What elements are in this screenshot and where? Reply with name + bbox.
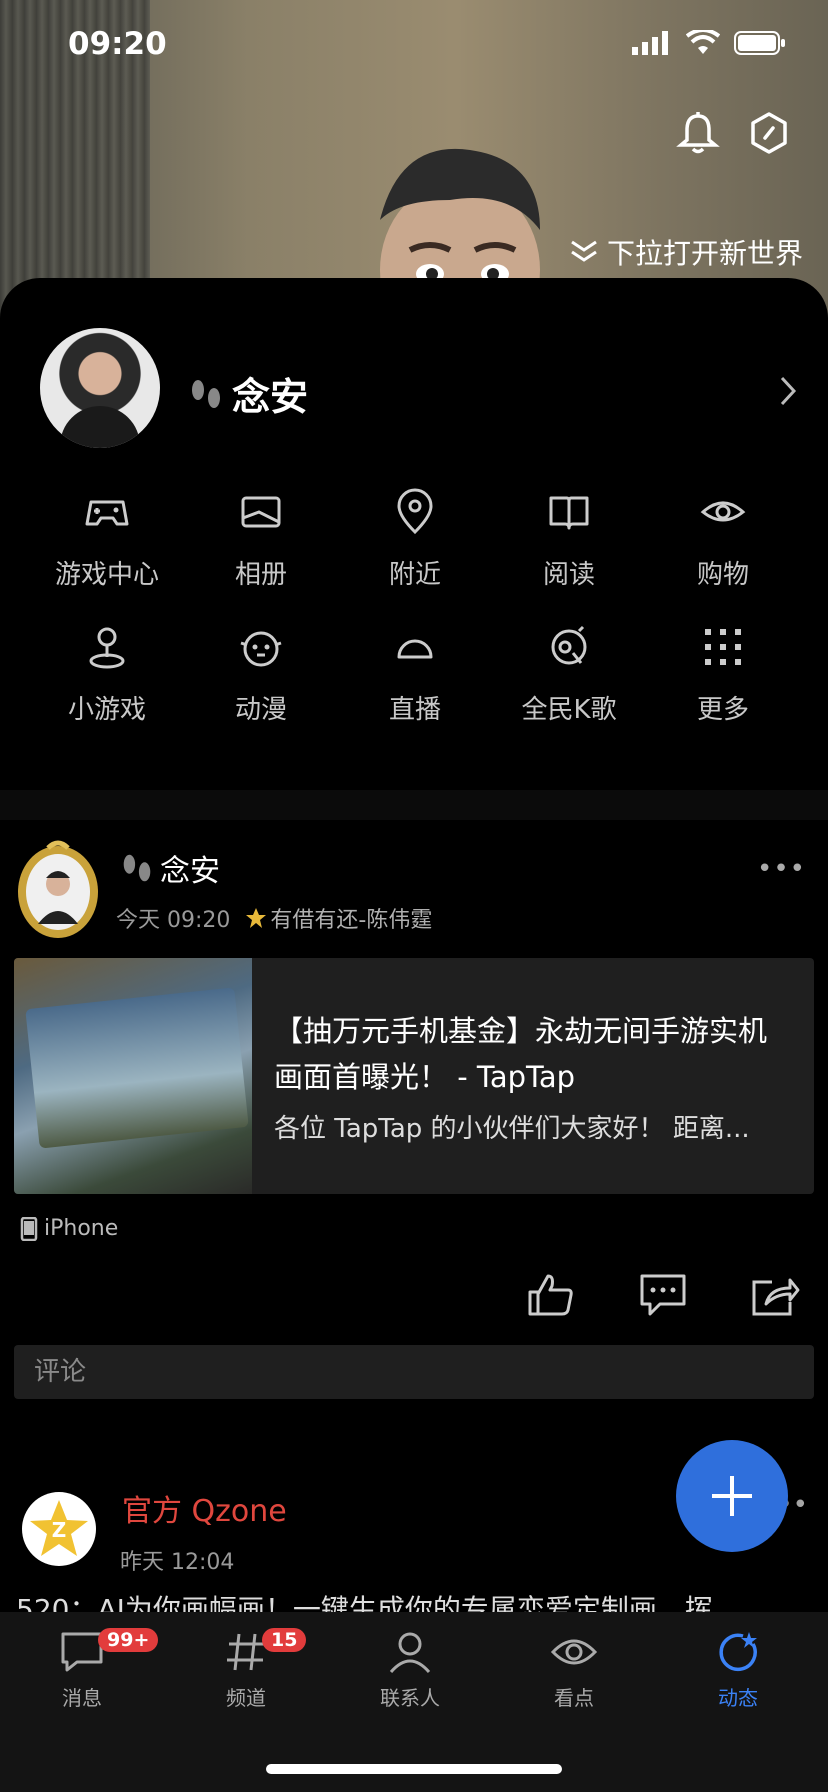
grid-item-label: 动漫 [234,695,287,725]
feature-grid: 游戏中心 相册 附近 阅读 购物 小游戏 动漫 直播 全民K歌 更多 [30,488,798,726]
eye-icon [551,1639,597,1665]
unread-badge: 99+ [98,1628,159,1652]
grid-item-more[interactable]: 更多 [646,623,800,726]
tab-contacts[interactable]: 联系人 [350,1630,470,1711]
tab-label: 动态 [718,1686,758,1710]
status-time: 09:20 [68,26,167,62]
wifi-icon [686,30,720,54]
joystick-icon [89,627,125,669]
svg-text:Z: Z [52,1518,67,1542]
karaoke-icon [551,625,587,665]
link-card-thumbnail [14,958,252,1194]
link-card-title: 【抽万元手机基金】永劫无间手游实机画面首曝光！ - TapTap [274,1014,768,1094]
chevron-right-icon[interactable] [778,374,798,408]
profile-name-row[interactable]: 念安 [186,366,308,421]
cellular-signal-icon [632,31,668,55]
qzone-text[interactable]: 520：AI为你画幅画！一键生成你的专属恋爱定制画，挥 [16,1588,816,1612]
grid-item-nearby[interactable]: 附近 [338,488,492,591]
battery-icon [734,31,785,55]
share-icon[interactable] [750,1272,800,1318]
plus-icon [712,1476,752,1516]
grid-item-shopping[interactable]: 购物 [646,488,800,591]
post-device: iPhone [20,1216,118,1241]
post-time: 今天 09:20 [116,908,231,933]
more-grid-icon [705,629,741,665]
tab-label: 看点 [554,1686,594,1710]
pull-down-hint[interactable]: 下拉打开新世界 [569,232,803,272]
shopping-icon [700,501,746,522]
live-icon [397,639,433,659]
grid-item-live[interactable]: 直播 [338,623,492,726]
qzone-logo-icon: Z [30,1500,88,1556]
album-icon [241,496,281,528]
grid-item-label: 直播 [388,695,441,725]
post-song[interactable]: 有借有还-陈伟霆 [244,902,432,934]
grid-item-read[interactable]: 阅读 [492,488,646,591]
grid-item-label: 全民K歌 [521,695,617,725]
profile-panel: 念安 游戏中心 相册 附近 阅读 购物 小游戏 动漫 直播 全民K歌 更多 [0,278,828,792]
post-author-row[interactable]: 念安 [118,846,220,890]
post-more-button[interactable]: ••• [757,854,806,884]
comment-icon[interactable] [638,1272,688,1318]
qzone-time: 昨天 12:04 [120,1550,235,1575]
grid-item-label: 游戏中心 [54,560,159,590]
bottom-tab-bar: 消息 99+ 频道 15 联系人 看点 动态 [0,1612,828,1792]
gamepad-icon [85,500,129,526]
post-meta: 今天 09:20 有借有还-陈伟霆 [116,902,432,934]
grid-item-label: 小游戏 [67,695,146,725]
grid-item-label: 更多 [696,695,749,725]
post-device-label: iPhone [44,1216,119,1241]
grid-item-anime[interactable]: 动漫 [184,623,338,726]
post-song-label: 有借有还-陈伟霆 [270,908,433,933]
grid-item-label: 附近 [388,560,441,590]
anime-face-icon [240,631,282,667]
status-bar: 09:20 [0,0,828,90]
double-chevron-down-icon [571,240,597,262]
grid-item-mini-games[interactable]: 小游戏 [30,623,184,726]
like-icon[interactable] [526,1272,576,1318]
thumbnail-phone-screen [25,987,249,1149]
pull-hint-text: 下拉打开新世界 [606,237,803,270]
footprints-icon [123,854,151,882]
post-actions [526,1272,800,1318]
link-card-description: 各位 TapTap 的小伙伴们大家好！ 距离... [274,1114,750,1144]
tab-messages[interactable]: 消息 99+ [22,1628,159,1711]
home-indicator [266,1764,562,1774]
bell-icon[interactable] [675,110,721,156]
tab-label: 联系人 [380,1686,440,1710]
qzone-avatar[interactable]: Z [22,1492,96,1566]
grid-item-album[interactable]: 相册 [184,488,338,591]
refresh-star-icon [719,1632,757,1671]
grid-item-game-center[interactable]: 游戏中心 [30,488,184,591]
grid-item-label: 购物 [696,560,749,590]
profile-avatar-shirt [60,406,140,448]
tab-label: 消息 [62,1686,102,1710]
tab-label: 频道 [226,1686,266,1710]
comment-input[interactable]: 评论 [14,1345,814,1399]
footprints-icon [192,379,220,408]
contacts-icon [389,1632,431,1674]
settings-hexagon-icon[interactable] [746,110,792,156]
feed-post: 念安 今天 09:20 有借有还-陈伟霆 ••• 【抽万元手机基金】永劫无间手游… [0,820,828,1420]
grid-item-label: 阅读 [542,560,595,590]
status-icons [632,30,786,56]
tab-discover[interactable]: 看点 [514,1630,634,1711]
add-post-button[interactable] [676,1440,788,1552]
phone-icon [20,1216,38,1241]
section-divider [0,790,828,820]
post-author-name: 念安 [160,854,220,889]
grid-item-karaoke[interactable]: 全民K歌 [492,623,646,726]
qzone-author[interactable]: 官方 Qzone [122,1486,287,1530]
star-music-icon [246,908,267,928]
tab-channels[interactable]: 频道 15 [186,1628,307,1711]
post-author-avatar[interactable] [12,838,104,942]
book-icon [549,496,589,530]
profile-avatar[interactable] [40,328,160,448]
grid-item-label: 相册 [234,560,287,590]
tab-feed[interactable]: 动态 [678,1630,798,1711]
profile-name: 念安 [232,375,309,419]
location-pin-icon [397,488,433,535]
unread-badge: 15 [262,1628,307,1652]
link-card[interactable]: 【抽万元手机基金】永劫无间手游实机画面首曝光！ - TapTap 各位 TapT… [14,958,814,1194]
